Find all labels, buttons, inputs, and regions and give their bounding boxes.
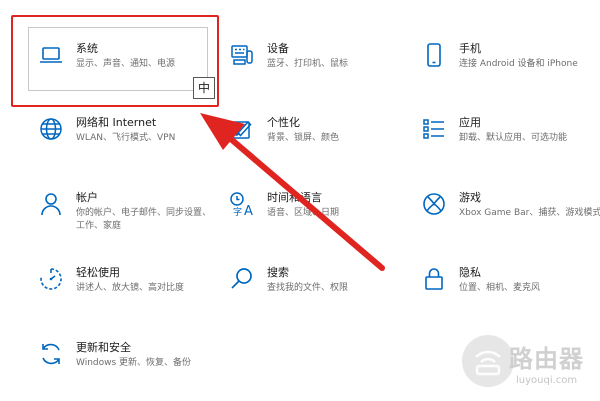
- tile-time-language[interactable]: A 字 时间和语言 语音、区域、日期: [229, 191, 399, 251]
- laptop-icon: [38, 42, 64, 68]
- svg-text:A: A: [244, 204, 253, 217]
- lock-icon: [421, 266, 447, 292]
- router-logo-icon: [462, 335, 514, 387]
- watermark: 路由器 luyouqi.com: [462, 335, 592, 395]
- phone-icon: [421, 42, 447, 68]
- tile-search-desc: 查找我的文件、权限: [267, 283, 349, 293]
- ease-access-icon: [38, 266, 64, 292]
- tile-phone-title: 手机: [459, 42, 481, 55]
- tile-accounts-desc: 你的帐户、电子邮件、同步设置、工作、家庭: [76, 208, 212, 231]
- tile-apps[interactable]: 应用 卸载、默认应用、可选功能: [421, 116, 591, 176]
- person-icon: [38, 191, 64, 217]
- tile-accounts-title: 帐户: [76, 191, 98, 204]
- watermark-subtitle: luyouqi.com: [516, 375, 578, 386]
- tile-system[interactable]: 系统 显示、声音、通知、电源: [38, 42, 208, 102]
- tile-privacy-title: 隐私: [459, 266, 481, 279]
- update-icon: [38, 341, 64, 367]
- tile-gaming-title: 游戏: [459, 191, 481, 204]
- tile-devices-title: 设备: [267, 42, 289, 55]
- tile-gaming-desc: Xbox Game Bar、捕获、游戏模式: [459, 208, 600, 218]
- tile-update-security-desc: Windows 更新、恢复、备份: [76, 358, 192, 368]
- tile-network-title: 网络和 Internet: [76, 116, 157, 129]
- tile-search[interactable]: 搜索 查找我的文件、权限: [229, 266, 399, 326]
- paint-icon: [229, 116, 255, 142]
- tile-ease-of-access[interactable]: 轻松使用 讲述人、放大镜、高对比度: [38, 266, 208, 326]
- tile-personalization-desc: 背景、锁屏、颜色: [267, 133, 340, 143]
- search-icon: [229, 266, 255, 292]
- tile-privacy[interactable]: 隐私 位置、相机、麦克风: [421, 266, 591, 326]
- tile-apps-desc: 卸载、默认应用、可选功能: [459, 133, 568, 143]
- time-language-icon: A 字: [229, 191, 255, 217]
- tile-gaming[interactable]: 游戏 Xbox Game Bar、捕获、游戏模式: [421, 191, 600, 251]
- tile-accounts[interactable]: 帐户 你的帐户、电子邮件、同步设置、工作、家庭: [38, 191, 212, 251]
- tile-time-language-desc: 语音、区域、日期: [267, 208, 340, 218]
- tile-phone[interactable]: 手机 连接 Android 设备和 iPhone: [421, 42, 591, 102]
- tile-time-language-title: 时间和语言: [267, 191, 322, 204]
- tile-apps-title: 应用: [459, 116, 481, 129]
- svg-text:字: 字: [233, 206, 242, 217]
- keyboard-icon: [229, 42, 255, 68]
- tile-update-security-title: 更新和安全: [76, 341, 131, 354]
- apps-icon: [421, 116, 447, 142]
- xbox-icon: [421, 191, 447, 217]
- tile-update-security[interactable]: 更新和安全 Windows 更新、恢复、备份: [38, 341, 208, 401]
- tile-system-desc: 显示、声音、通知、电源: [76, 59, 176, 69]
- watermark-title: 路由器: [509, 345, 584, 373]
- tile-search-title: 搜索: [267, 266, 289, 279]
- tile-devices[interactable]: 设备 蓝牙、打印机、鼠标: [229, 42, 399, 102]
- tile-privacy-desc: 位置、相机、麦克风: [459, 283, 541, 293]
- tile-ease-of-access-desc: 讲述人、放大镜、高对比度: [76, 283, 185, 293]
- globe-icon: [38, 116, 64, 142]
- tile-ease-of-access-title: 轻松使用: [76, 266, 120, 279]
- tile-devices-desc: 蓝牙、打印机、鼠标: [267, 59, 349, 69]
- tile-network[interactable]: 网络和 Internet WLAN、飞行模式、VPN: [38, 116, 208, 176]
- tile-network-desc: WLAN、飞行模式、VPN: [76, 133, 176, 143]
- tile-personalization-title: 个性化: [267, 116, 300, 129]
- tile-system-title: 系统: [76, 42, 98, 55]
- tile-personalization[interactable]: 个性化 背景、锁屏、颜色: [229, 116, 399, 176]
- tile-phone-desc: 连接 Android 设备和 iPhone: [459, 59, 578, 69]
